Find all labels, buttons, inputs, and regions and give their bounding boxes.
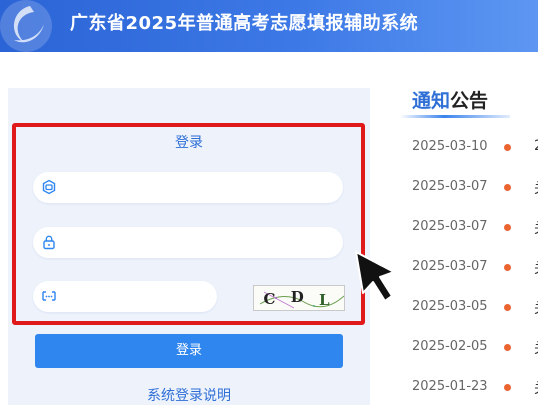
bullet-dot-icon xyxy=(504,144,511,151)
notice-underline xyxy=(400,115,510,118)
bullet-dot-icon xyxy=(504,304,511,311)
notice-item[interactable]: 2025-03-07 关 xyxy=(412,259,538,279)
notice-date: 2025-03-05 xyxy=(412,299,488,314)
notice-item[interactable]: 2025-03-07 关 xyxy=(412,219,538,239)
notice-title[interactable]: 关 xyxy=(534,178,538,198)
mouse-pointer-icon xyxy=(355,251,395,302)
notice-item[interactable]: 2025-03-07 关 xyxy=(412,179,538,199)
notice-item[interactable]: 2025-03-05 关 xyxy=(412,299,538,319)
notice-title[interactable]: 关 xyxy=(534,378,538,398)
notice-date: 2025-02-05 xyxy=(412,339,488,354)
bullet-dot-icon xyxy=(504,384,511,391)
bullet-dot-icon xyxy=(504,224,511,231)
notice-heading-part2: 公告 xyxy=(450,90,489,112)
notice-date: 2025-03-07 xyxy=(412,219,488,234)
notice-title[interactable]: 2 xyxy=(534,138,538,154)
login-help-link[interactable]: 系统登录说明 xyxy=(35,385,343,405)
logo-icon xyxy=(0,0,52,52)
notice-item[interactable]: 2025-01-23 关 xyxy=(412,379,538,399)
notice-date: 2025-03-07 xyxy=(412,259,488,274)
highlight-box xyxy=(12,123,365,325)
bullet-dot-icon xyxy=(504,264,511,271)
notice-title[interactable]: 关 xyxy=(534,298,538,318)
notice-tab[interactable]: 通知公告 xyxy=(412,86,488,113)
notice-item[interactable]: 2025-03-10 2 xyxy=(412,138,538,159)
bullet-dot-icon xyxy=(504,184,511,191)
notice-date: 2025-03-10 xyxy=(412,139,488,154)
site-title: 广东省2025年普通高考志愿填报辅助系统 xyxy=(70,13,419,34)
top-banner: 广东省2025年普通高考志愿填报辅助系统 xyxy=(0,0,538,52)
bullet-dot-icon xyxy=(504,344,511,351)
notice-title[interactable]: 关 xyxy=(534,258,538,278)
notice-date: 2025-03-07 xyxy=(412,179,488,194)
notice-title[interactable]: 关 xyxy=(534,218,538,238)
login-button[interactable]: 登录 xyxy=(35,334,343,368)
notice-heading-part1: 通知 xyxy=(412,90,451,112)
notice-date: 2025-01-23 xyxy=(412,379,488,394)
notice-title[interactable]: 关 xyxy=(534,338,538,358)
notice-item[interactable]: 2025-02-05 关 xyxy=(412,339,538,359)
